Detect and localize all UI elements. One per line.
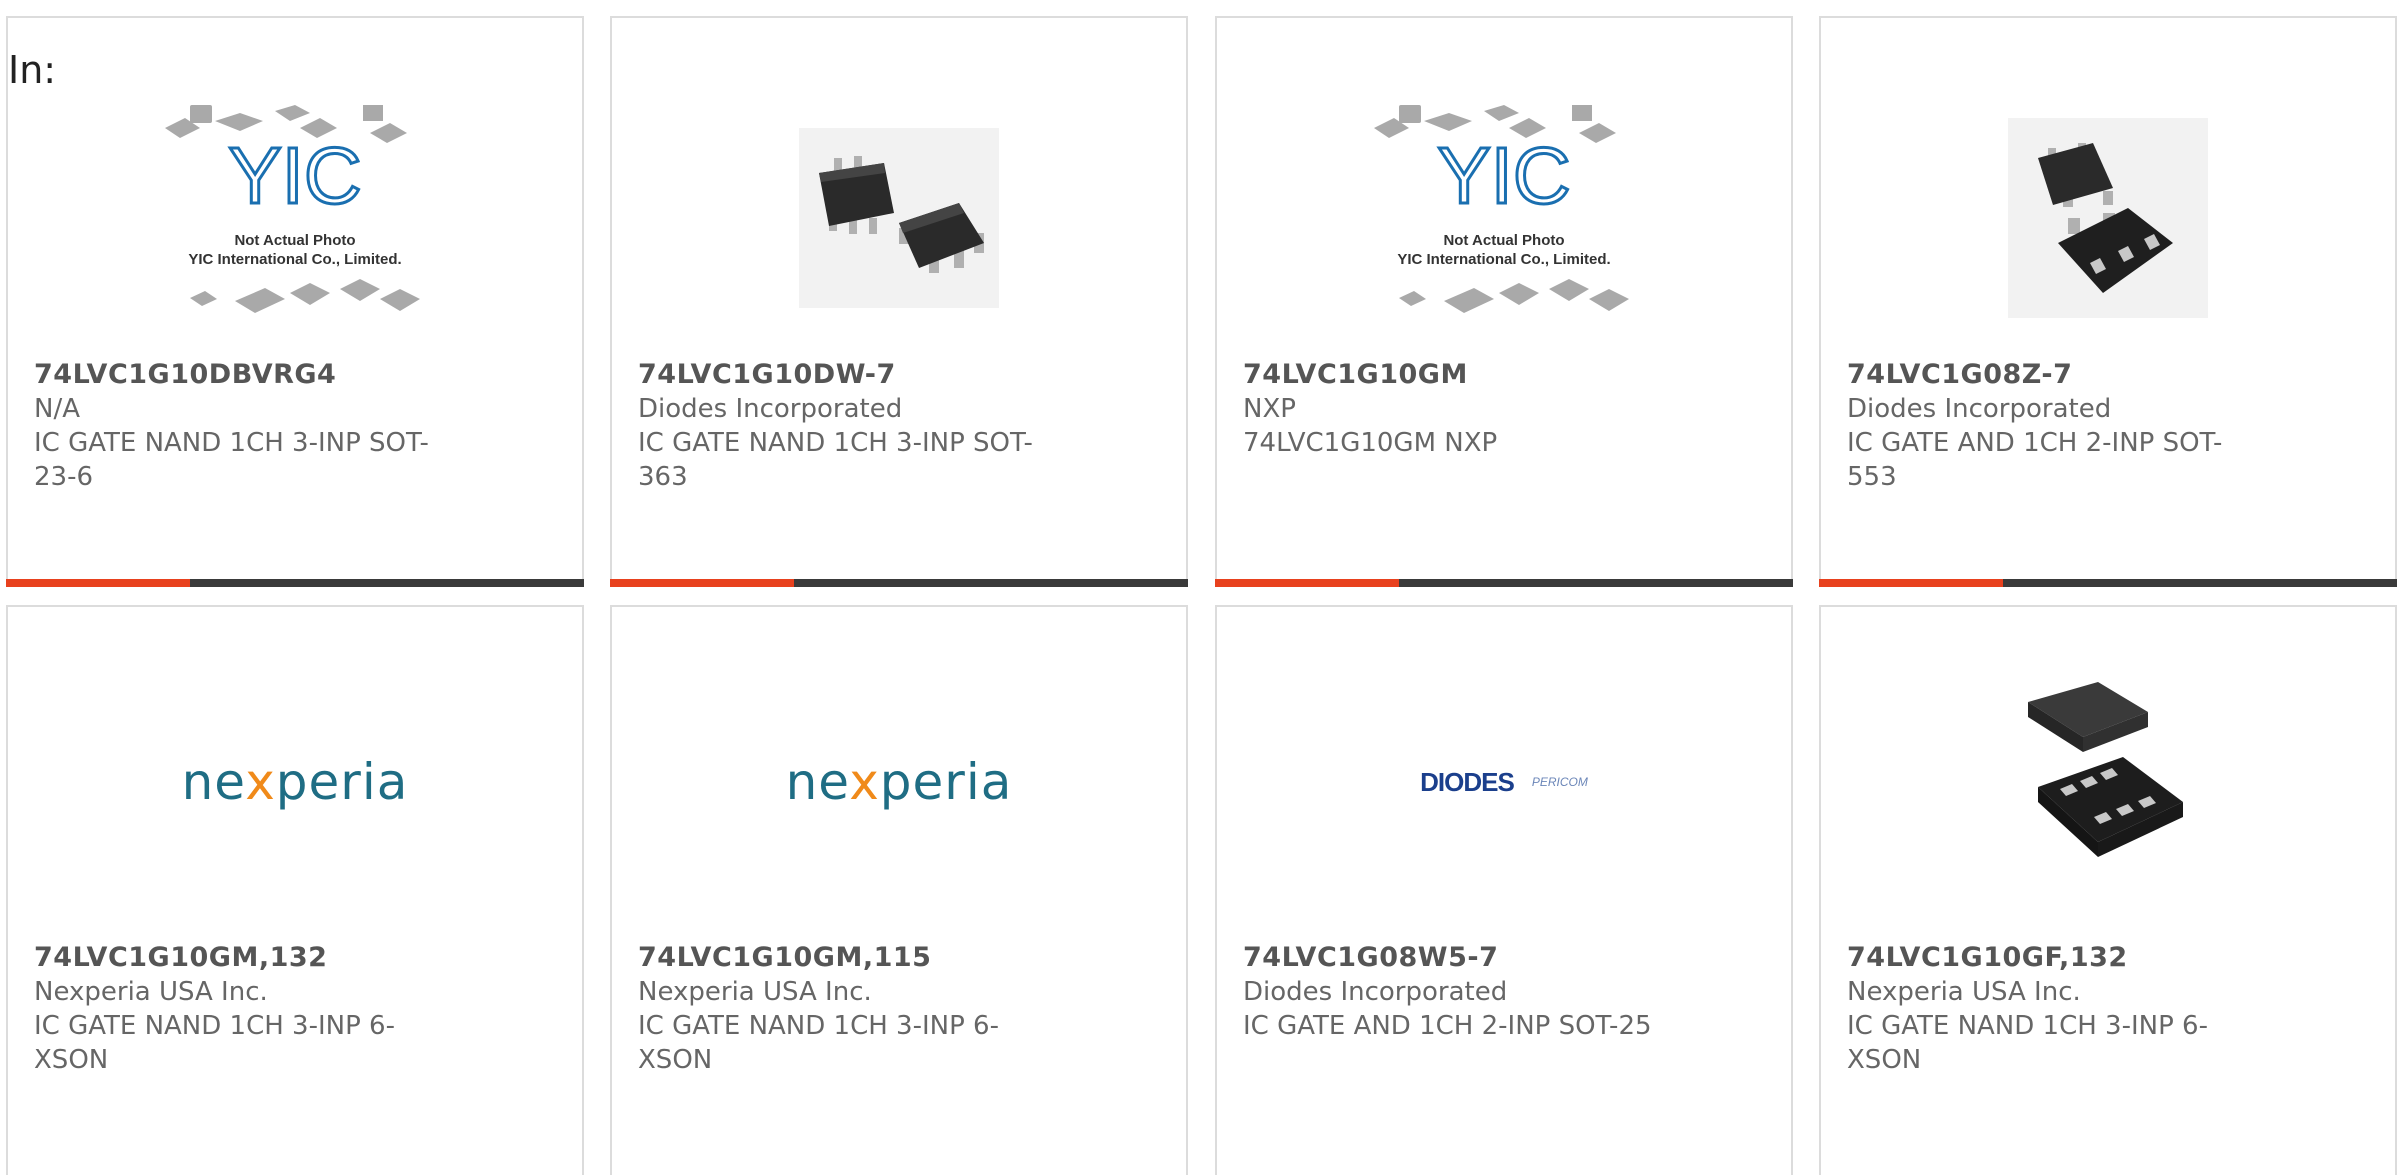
part-number[interactable]: 74LVC1G10GM,132 [34,941,454,975]
product-card[interactable]: YIC Not Actual Photo YIC International C… [6,16,584,587]
product-image[interactable]: YIC Not Actual Photo YIC International C… [1217,68,1791,368]
part-number[interactable]: 74LVC1G10GF,132 [1847,941,2267,975]
product-info: 74LVC1G08Z-7 Diodes Incorporated IC GATE… [1847,358,2267,494]
product-card[interactable]: 74LVC1G10GF,132 Nexperia USA Inc. IC GAT… [1819,605,2397,1175]
description: IC GATE NAND 1CH 3-INP SOT-23-6 [34,428,429,492]
card-bar [6,579,584,587]
product-info: 74LVC1G10GM,115 Nexperia USA Inc. IC GAT… [638,941,1058,1077]
product-info: 74LVC1G10DW-7 Diodes Incorporated IC GAT… [638,358,1058,494]
product-card[interactable]: nexperia 74LVC1G10GM,132 Nexperia USA In… [6,605,584,1175]
product-card[interactable]: YIC Not Actual Photo YIC International C… [1215,16,1793,587]
sot553-chip-image [2008,118,2208,318]
product-image[interactable]: nexperia [8,617,582,947]
manufacturer: NXP [1243,394,1296,424]
product-info: 74LVC1G10GF,132 Nexperia USA Inc. IC GAT… [1847,941,2267,1077]
svg-text:Not Actual Photo: Not Actual Photo [1443,232,1564,249]
description: IC GATE NAND 1CH 3-INP 6-XSON [638,1011,999,1075]
part-number[interactable]: 74LVC1G10DW-7 [638,358,1058,392]
yic-placeholder-image: YIC Not Actual Photo YIC International C… [165,105,420,313]
product-image[interactable]: DIODES PERICOM [1217,617,1791,947]
part-number[interactable]: 74LVC1G08Z-7 [1847,358,2267,392]
manufacturer: Nexperia USA Inc. [34,977,268,1007]
yic-placeholder-image: YIC Not Actual Photo YIC International C… [1374,105,1629,313]
product-info: 74LVC1G10GM,132 Nexperia USA Inc. IC GAT… [34,941,454,1077]
sot363-chip-image [799,128,999,308]
card-bar-accent [610,579,794,587]
product-card[interactable]: 74LVC1G10DW-7 Diodes Incorporated IC GAT… [610,16,1188,587]
product-card[interactable]: DIODES PERICOM 74LVC1G08W5-7 Diodes Inco… [1215,605,1793,1175]
nexperia-logo: nexperia [181,753,409,811]
card-bar [1819,579,2397,587]
page-label: In: [8,48,57,92]
description: IC GATE NAND 1CH 3-INP SOT-363 [638,428,1033,492]
card-bar [610,579,1188,587]
card-bar-accent [1215,579,1399,587]
manufacturer: Nexperia USA Inc. [638,977,872,1007]
product-image[interactable] [612,68,1186,368]
manufacturer: Diodes Incorporated [638,394,903,424]
description: 74LVC1G10GM NXP [1243,428,1498,458]
product-info: 74LVC1G10DBVRG4 N/A IC GATE NAND 1CH 3-I… [34,358,454,494]
card-bar [1215,579,1793,587]
description: IC GATE NAND 1CH 3-INP 6-XSON [34,1011,395,1075]
description: IC GATE NAND 1CH 3-INP 6-XSON [1847,1011,2208,1075]
product-image[interactable] [1821,617,2395,947]
product-card[interactable]: nexperia 74LVC1G10GM,115 Nexperia USA In… [610,605,1188,1175]
card-bar-accent [1819,579,2003,587]
part-number[interactable]: 74LVC1G10GM,115 [638,941,1058,975]
description: IC GATE AND 1CH 2-INP SOT-553 [1847,428,2223,492]
product-info: 74LVC1G08W5-7 Diodes Incorporated IC GAT… [1243,941,1663,1043]
diodes-pericom-logo: DIODES PERICOM [1420,766,1588,797]
manufacturer: Nexperia USA Inc. [1847,977,2081,1007]
part-number[interactable]: 74LVC1G10GM [1243,358,1663,392]
yic-logo: YIC [1437,131,1570,220]
svg-text:Not Actual Photo: Not Actual Photo [234,232,355,249]
product-image[interactable]: nexperia [612,617,1186,947]
description: IC GATE AND 1CH 2-INP SOT-25 [1243,1011,1652,1041]
svg-text:YIC International Co., Limited: YIC International Co., Limited. [1397,251,1610,268]
product-image[interactable]: YIC Not Actual Photo YIC International C… [8,68,582,368]
manufacturer: Diodes Incorporated [1847,394,2112,424]
nexperia-logo: nexperia [785,753,1013,811]
product-image[interactable] [1821,68,2395,368]
xson6-chip-image [2028,682,2183,857]
product-card[interactable]: 74LVC1G08Z-7 Diodes Incorporated IC GATE… [1819,16,2397,587]
part-number[interactable]: 74LVC1G08W5-7 [1243,941,1663,975]
yic-logo: YIC [228,131,361,220]
manufacturer: Diodes Incorporated [1243,977,1508,1007]
manufacturer: N/A [34,394,80,424]
part-number[interactable]: 74LVC1G10DBVRG4 [34,358,454,392]
product-info: 74LVC1G10GM NXP 74LVC1G10GM NXP [1243,358,1663,460]
card-bar-accent [6,579,190,587]
svg-text:YIC International Co., Limited: YIC International Co., Limited. [188,251,401,268]
